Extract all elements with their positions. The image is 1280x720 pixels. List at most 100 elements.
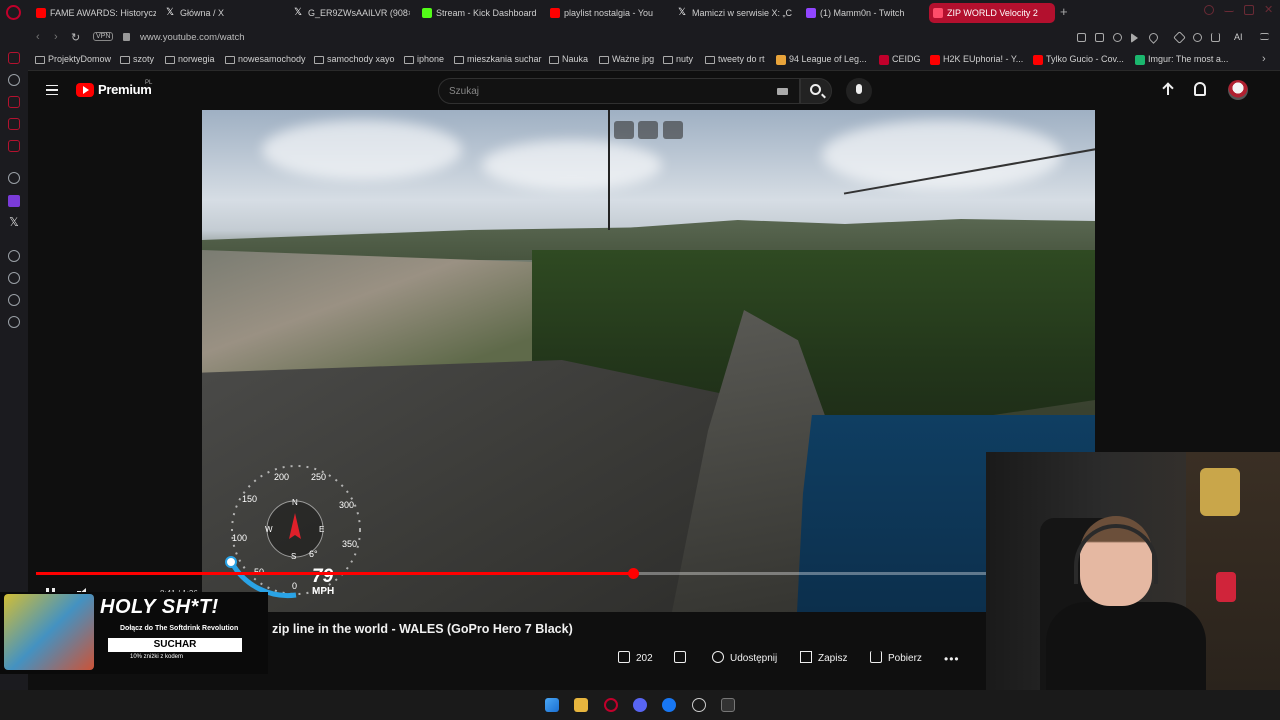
next-video-icon[interactable] — [663, 121, 683, 139]
youtube-logo-icon[interactable] — [76, 83, 94, 97]
notifications-icon[interactable] — [1194, 82, 1206, 96]
bookmark-link[interactable]: 94 League of Leg... — [776, 54, 867, 65]
tab[interactable]: 𝕏 Mamiczi w serwisie X: „C — [674, 3, 794, 23]
bookmark-folder[interactable]: samochody xayo — [314, 54, 395, 64]
search-tabs-icon[interactable] — [1204, 5, 1214, 15]
voice-search-icon[interactable] — [846, 78, 872, 104]
gauge-tick: 100 — [232, 533, 247, 543]
lock-icon[interactable] — [123, 33, 130, 41]
tab[interactable]: 𝕏 G_ER9ZWsAAILVR (908× — [290, 3, 410, 23]
like-button[interactable]: 202 — [618, 648, 653, 670]
minimize-icon[interactable] — [1224, 5, 1234, 12]
keyboard-icon[interactable] — [777, 88, 788, 95]
bookmark-folder[interactable]: tweety do rt — [705, 54, 765, 64]
bookmark-link[interactable]: Imgur: The most a... — [1135, 54, 1228, 65]
save-button[interactable]: Zapisz — [800, 648, 847, 670]
youtube-premium-logo[interactable]: Premium — [98, 82, 152, 97]
sidebar-app-icon[interactable] — [8, 250, 20, 262]
terminal-icon[interactable] — [721, 698, 735, 712]
sidebar-x-icon[interactable]: 𝕏 — [8, 216, 20, 228]
bookmark-icon[interactable] — [1077, 33, 1086, 42]
tab-label: playlist nostalgia - You — [564, 8, 654, 18]
url-field[interactable]: www.youtube.com/watch — [140, 32, 245, 43]
avatar[interactable] — [1228, 80, 1248, 100]
player-icon[interactable] — [1131, 33, 1138, 43]
sidebar-settings-icon[interactable] — [8, 316, 20, 328]
more-bookmarks-icon[interactable]: › — [1262, 53, 1266, 65]
tab[interactable]: Stream - Kick Dashboard — [418, 3, 544, 23]
discord-icon[interactable] — [633, 698, 647, 712]
new-tab-button[interactable]: + — [1060, 4, 1068, 19]
more-actions-icon[interactable]: ••• — [944, 652, 960, 666]
bookmark-folder[interactable]: norwegia — [165, 54, 215, 64]
sidebar-history-icon[interactable] — [8, 74, 20, 86]
figurine — [1216, 572, 1236, 602]
adblock-icon[interactable] — [1113, 33, 1122, 42]
quarry-village — [202, 250, 562, 380]
speed-unit: MPH — [312, 586, 335, 597]
aria-ai-button[interactable]: AI — [1234, 32, 1243, 42]
search-input[interactable] — [449, 83, 749, 100]
bookmark-folder[interactable]: nuty — [663, 54, 693, 64]
sidebar-chatgpt-icon[interactable] — [8, 172, 20, 184]
sidebar-clock-icon[interactable] — [8, 272, 20, 284]
bookmark-folder[interactable]: mieszkania suchar — [454, 54, 542, 64]
upload-icon[interactable] — [1162, 82, 1174, 98]
folder-icon — [549, 56, 559, 64]
tab-bar: FAME AWARDS: Historycz 𝕏 Główna / X 𝕏 G_… — [28, 0, 1280, 26]
bookmark-folder[interactable]: nowesamochody — [225, 54, 306, 64]
bookmark-folder[interactable]: Nauka — [549, 54, 588, 64]
share-button[interactable]: Udostępnij — [712, 648, 777, 670]
file-explorer-icon[interactable] — [574, 698, 588, 712]
close-icon[interactable]: ✕ — [1264, 5, 1274, 16]
progress-bar[interactable] — [36, 568, 986, 579]
gauge-tick: 350 — [342, 539, 357, 549]
scrubber-handle[interactable] — [627, 568, 639, 579]
bookmark-folder[interactable]: ProjektyDomow — [35, 54, 111, 64]
bookmark-folder[interactable]: Ważne jpg — [599, 54, 654, 64]
miniplayer-icon[interactable] — [614, 121, 634, 139]
bookmark-folder[interactable]: szoty — [120, 54, 154, 64]
sidebar-app-icon[interactable] — [8, 52, 20, 64]
menu-icon[interactable] — [1260, 33, 1269, 40]
download-icon[interactable] — [1211, 33, 1220, 42]
opera-logo-icon[interactable] — [6, 5, 21, 20]
bookmark-link[interactable]: H2K EUphoria! - Y... — [930, 54, 1023, 65]
tab-label: Mamiczi w serwisie X: „C — [692, 8, 793, 18]
tab[interactable]: (1) Mamm0n - Twitch — [802, 3, 926, 23]
bookmark-link[interactable]: CEIDG — [879, 54, 921, 65]
tab-active[interactable]: ZIP WORLD Velocity 2 — [929, 3, 1055, 23]
vpn-badge[interactable]: VPN — [93, 32, 114, 41]
guide-menu-icon[interactable] — [46, 85, 58, 95]
sidebar-app-icon[interactable] — [8, 294, 20, 306]
tab[interactable]: 𝕏 Główna / X — [162, 3, 282, 23]
tab-label: FAME AWARDS: Historycz — [50, 8, 156, 18]
maximize-icon[interactable] — [1244, 5, 1254, 15]
heart-icon[interactable] — [1147, 31, 1160, 44]
search-button[interactable] — [800, 78, 832, 104]
opera-gx-icon[interactable] — [604, 698, 618, 712]
download-button[interactable]: Pobierz — [870, 648, 922, 670]
bookmark-folder[interactable]: iphone — [404, 54, 444, 64]
sidebar-app-icon[interactable] — [8, 118, 20, 130]
cast-icon[interactable] — [638, 121, 658, 139]
sidebar-app-icon[interactable] — [8, 140, 20, 152]
sidebar-app-icon[interactable] — [8, 96, 20, 108]
messenger-icon[interactable] — [662, 698, 676, 712]
settings-icon[interactable] — [692, 698, 706, 712]
tab[interactable]: playlist nostalgia - You — [546, 3, 670, 23]
youtube-header: Premium PL — [28, 72, 1280, 110]
forward-icon[interactable]: › — [54, 31, 58, 43]
windows-start-icon[interactable] — [545, 698, 559, 712]
reload-icon[interactable]: ↻ — [71, 31, 80, 44]
profile-icon[interactable] — [1193, 33, 1202, 42]
bookmark-link[interactable]: Tylko Gucio - Cov... — [1033, 54, 1124, 65]
sidebar-twitch-icon[interactable] — [8, 195, 20, 207]
back-icon[interactable]: ‹ — [36, 31, 40, 43]
tab[interactable]: FAME AWARDS: Historycz — [32, 3, 156, 23]
dislike-button[interactable] — [674, 648, 692, 670]
snapshot-icon[interactable] — [1095, 33, 1104, 42]
extensions-icon[interactable] — [1173, 31, 1186, 44]
folder-icon — [165, 56, 175, 64]
folder-icon — [404, 56, 414, 64]
